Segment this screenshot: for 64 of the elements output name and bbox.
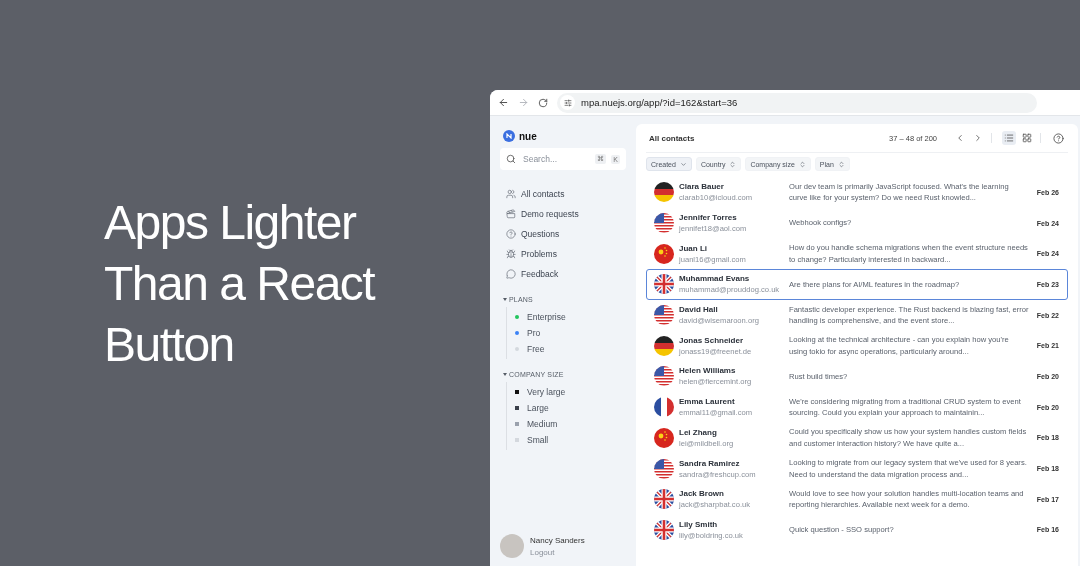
contact-name: Lei Zhang [679, 427, 718, 437]
caret-icon [679, 160, 687, 168]
sort-icon [837, 160, 845, 168]
contact-name: Clara Bauer [679, 182, 725, 192]
filter-item[interactable]: Enterprise [507, 309, 626, 325]
nav-item[interactable]: All contacts [500, 184, 626, 204]
chevron-right-icon [973, 133, 983, 143]
help-button[interactable] [1051, 131, 1065, 145]
forward-icon[interactable] [518, 97, 529, 108]
users-icon [506, 189, 516, 199]
question-icon [506, 229, 516, 239]
filter-item[interactable]: Free [507, 341, 626, 357]
filter-item[interactable]: Large [507, 400, 626, 416]
clapperboard-icon [506, 209, 516, 219]
contact-name: Jack Brown [679, 489, 725, 499]
user-name: Nancy Sanders [530, 535, 585, 545]
flag-icon [654, 427, 674, 448]
contact-name: Jonas Schneider [679, 335, 745, 345]
contact-name: David Hall [679, 305, 719, 315]
search-icon [506, 154, 516, 164]
url-text: mpa.nuejs.org/app/?id=162&start=36 [581, 97, 738, 108]
contact-name: Lily Smith [679, 519, 719, 529]
grid-view-button[interactable] [1020, 131, 1034, 145]
search-input[interactable]: Search... [521, 153, 591, 165]
sort-icon [798, 160, 806, 168]
logo-icon [503, 130, 515, 142]
reload-icon[interactable] [538, 97, 548, 108]
bug-icon [506, 249, 516, 259]
chat-bubble-icon [506, 269, 516, 279]
flag-icon [654, 243, 674, 264]
list-view-button[interactable] [1002, 131, 1016, 145]
flag-icon [654, 274, 674, 295]
filter-item[interactable]: Small [507, 432, 626, 448]
flag-icon [654, 519, 674, 540]
logo-text: nue [519, 130, 537, 142]
nav-item[interactable]: Feedback [500, 264, 626, 284]
site-settings-icon[interactable] [560, 95, 575, 110]
flag-icon [654, 305, 674, 326]
contact-name: Sandra Ramirez [679, 458, 741, 468]
filter-item[interactable]: Very large [507, 384, 626, 400]
flag-icon [654, 397, 674, 418]
nav-item[interactable]: Problems [500, 244, 626, 264]
flag-icon [654, 213, 674, 234]
chevron-left-icon [955, 133, 965, 143]
contact-name: Jennifer Torres [679, 213, 738, 223]
nav-item[interactable]: Demo requests [500, 204, 626, 224]
filter-item[interactable]: Pro [507, 325, 626, 341]
flag-icon [654, 489, 674, 510]
flag-icon [654, 366, 674, 387]
panel-title: All contacts [649, 133, 696, 143]
contact-name: Helen Williams [679, 366, 737, 376]
address-bar[interactable]: mpa.nuejs.org/app/?id=162&start=36 [557, 92, 1037, 113]
headline: Apps Lighter Than a React Button [104, 194, 376, 373]
avatar [500, 534, 524, 558]
flag-icon [654, 458, 674, 479]
flag-icon [654, 335, 674, 356]
contact-name: Emma Laurent [679, 397, 736, 407]
filter-item[interactable]: Medium [507, 416, 626, 432]
contact-name: Juan Li [679, 243, 708, 253]
nav-item[interactable]: Questions [500, 224, 626, 244]
flag-icon [654, 182, 674, 203]
back-icon[interactable] [498, 97, 509, 108]
sort-icon [729, 160, 737, 168]
contact-name: Muhammad Evans [679, 274, 751, 284]
